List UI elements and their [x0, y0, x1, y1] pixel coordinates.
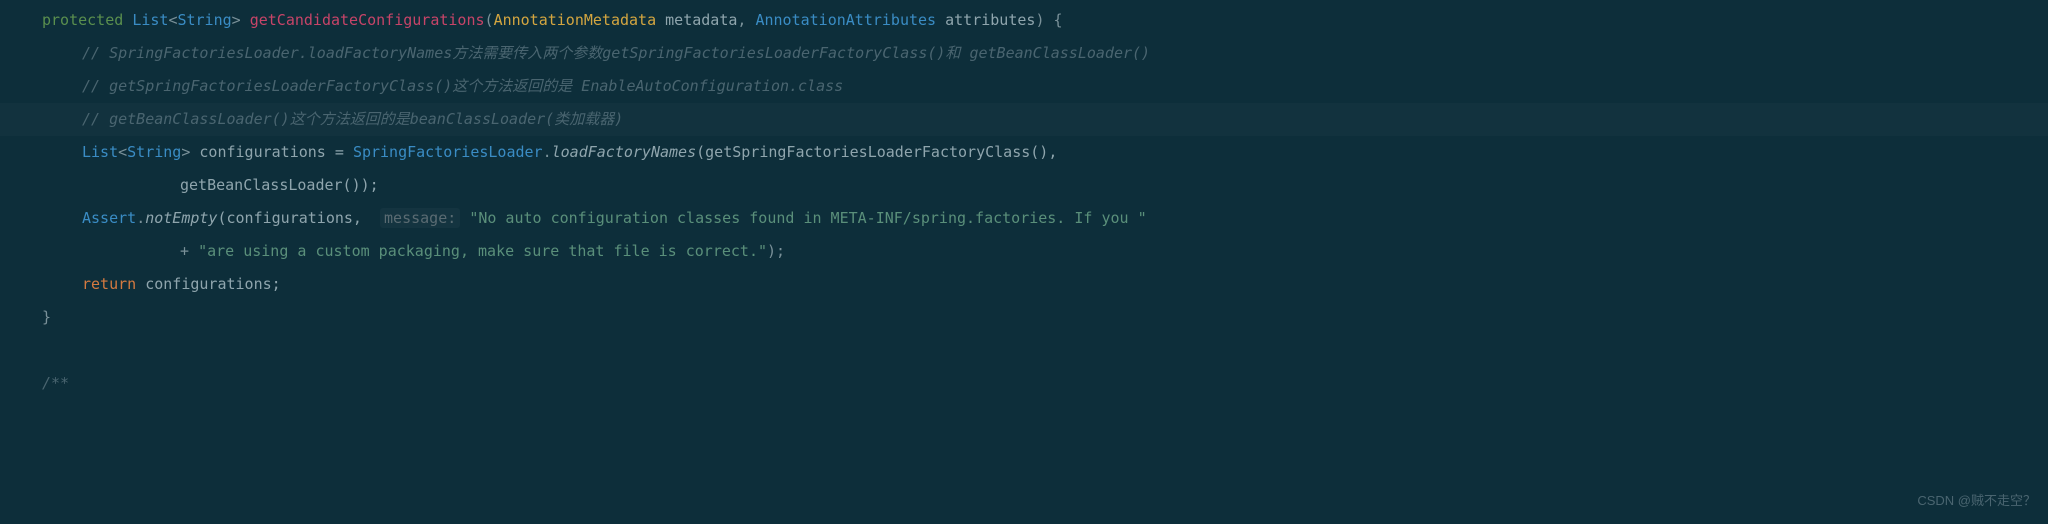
parameter-hint: message: [380, 208, 460, 228]
string-literal: "are using a custom packaging, make sure… [198, 242, 767, 260]
code-line-10: } [0, 301, 2048, 334]
keyword-return: return [82, 275, 136, 293]
param-name-2: attributes [945, 11, 1035, 29]
param-type-1: AnnotationMetadata [494, 11, 657, 29]
code-line-1: protected List<String> getCandidateConfi… [0, 4, 2048, 37]
code-line-4: // getBeanClassLoader()这个方法返回的是beanClass… [0, 103, 2048, 136]
watermark: CSDN @贼不走空？ [1917, 487, 2036, 516]
code-line-9: return configurations; [0, 268, 2048, 301]
code-line-8: + "are using a custom packaging, make su… [0, 235, 2048, 268]
code-line-2: // SpringFactoriesLoader.loadFactoryName… [0, 37, 2048, 70]
code-line-12: /** [0, 367, 2048, 400]
type-list: List [132, 11, 168, 29]
code-line-6: getBeanClassLoader()); [0, 169, 2048, 202]
keyword-protected: protected [42, 11, 123, 29]
param-type-2: AnnotationAttributes [755, 11, 936, 29]
type-string: String [177, 11, 231, 29]
code-line-7: Assert.notEmpty(configurations, message:… [0, 202, 2048, 235]
code-line-3: // getSpringFactoriesLoaderFactoryClass(… [0, 70, 2048, 103]
comment: // SpringFactoriesLoader.loadFactoryName… [82, 44, 1150, 62]
method-name: getCandidateConfigurations [250, 11, 485, 29]
code-line-5: List<String> configurations = SpringFact… [0, 136, 2048, 169]
code-line-11 [0, 334, 2048, 367]
class-ref: SpringFactoriesLoader [353, 143, 543, 161]
method-call: notEmpty [145, 209, 217, 227]
type-string: String [127, 143, 181, 161]
string-literal: "No auto configuration classes found in … [469, 209, 1146, 227]
comment: // getSpringFactoriesLoaderFactoryClass(… [82, 77, 843, 95]
method-call: loadFactoryNames [552, 143, 697, 161]
comment: // getBeanClassLoader()这个方法返回的是beanClass… [82, 110, 623, 128]
code-editor[interactable]: protected List<String> getCandidateConfi… [0, 0, 2048, 404]
type-list: List [82, 143, 118, 161]
param-name-1: metadata [665, 11, 737, 29]
class-ref: Assert [82, 209, 136, 227]
